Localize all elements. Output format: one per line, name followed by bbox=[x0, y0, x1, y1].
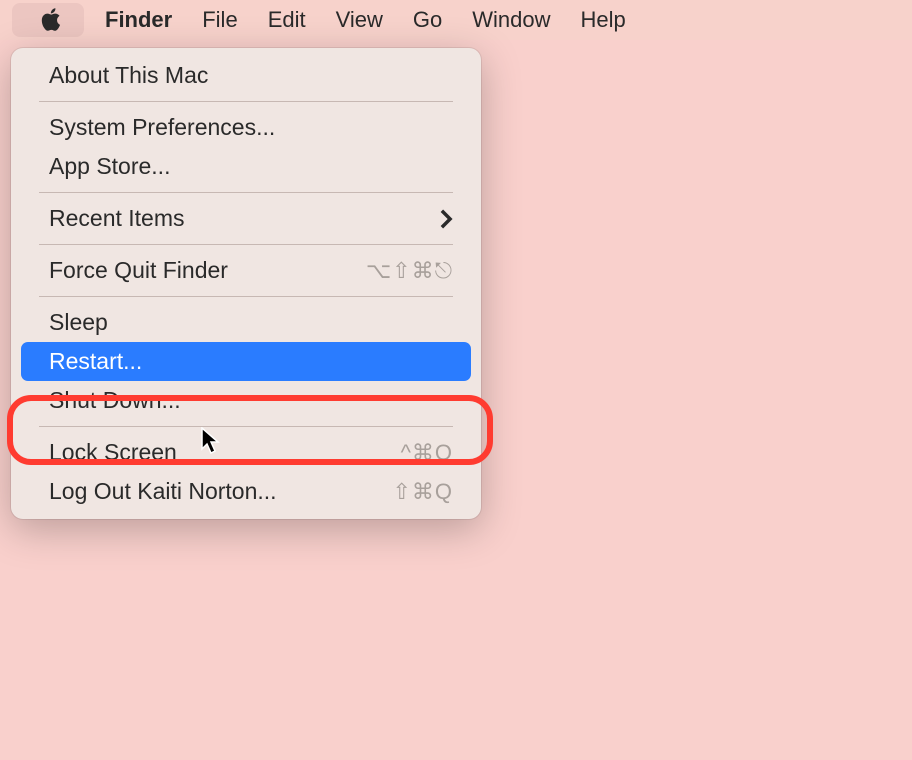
menu-shortcut: ⇧⌘Q bbox=[392, 479, 453, 505]
menu-item-label: App Store... bbox=[49, 153, 170, 180]
menu-item-sleep[interactable]: Sleep bbox=[21, 303, 471, 342]
menu-item-label: Restart... bbox=[49, 348, 142, 375]
menu-divider bbox=[39, 296, 453, 297]
apple-logo-icon bbox=[40, 7, 62, 33]
apple-menu-button[interactable] bbox=[12, 3, 84, 37]
menu-shortcut: ⌥⇧⌘⎋ bbox=[366, 258, 453, 284]
menu-item-lock-screen[interactable]: Lock Screen ^⌘Q bbox=[21, 433, 471, 472]
menu-item-label: Sleep bbox=[49, 309, 108, 336]
menubar-item-edit[interactable]: Edit bbox=[253, 7, 321, 33]
menubar-item-help[interactable]: Help bbox=[566, 7, 641, 33]
menu-item-label: System Preferences... bbox=[49, 114, 275, 141]
menubar-item-file[interactable]: File bbox=[187, 7, 252, 33]
menu-item-label: Lock Screen bbox=[49, 439, 177, 466]
menu-item-about[interactable]: About This Mac bbox=[21, 56, 471, 95]
menu-item-label: Recent Items bbox=[49, 205, 185, 232]
menu-divider bbox=[39, 244, 453, 245]
menu-item-restart[interactable]: Restart... bbox=[21, 342, 471, 381]
menubar-app-name[interactable]: Finder bbox=[90, 7, 187, 33]
menu-divider bbox=[39, 101, 453, 102]
menubar-item-view[interactable]: View bbox=[321, 7, 398, 33]
menu-item-label: Log Out Kaiti Norton... bbox=[49, 478, 277, 505]
menu-divider bbox=[39, 426, 453, 427]
menu-item-system-preferences[interactable]: System Preferences... bbox=[21, 108, 471, 147]
menu-item-shut-down[interactable]: Shut Down... bbox=[21, 381, 471, 420]
menu-item-force-quit[interactable]: Force Quit Finder ⌥⇧⌘⎋ bbox=[21, 251, 471, 290]
menu-divider bbox=[39, 192, 453, 193]
apple-menu-dropdown: About This Mac System Preferences... App… bbox=[11, 48, 481, 519]
menu-item-label: Shut Down... bbox=[49, 387, 181, 414]
menu-shortcut: ^⌘Q bbox=[401, 440, 453, 466]
chevron-right-icon bbox=[439, 208, 453, 230]
menu-item-label: Force Quit Finder bbox=[49, 257, 228, 284]
menu-item-log-out[interactable]: Log Out Kaiti Norton... ⇧⌘Q bbox=[21, 472, 471, 511]
menu-item-label: About This Mac bbox=[49, 62, 208, 89]
menu-item-app-store[interactable]: App Store... bbox=[21, 147, 471, 186]
menubar-item-go[interactable]: Go bbox=[398, 7, 457, 33]
menubar: Finder File Edit View Go Window Help bbox=[0, 0, 912, 40]
menubar-item-window[interactable]: Window bbox=[457, 7, 565, 33]
menu-item-recent-items[interactable]: Recent Items bbox=[21, 199, 471, 238]
